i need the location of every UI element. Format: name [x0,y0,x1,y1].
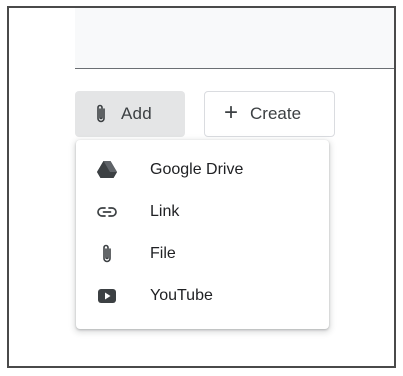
paperclip-icon [96,243,118,265]
menu-item-label: Link [150,203,180,220]
add-button[interactable]: Add [75,91,185,137]
link-icon [96,201,118,223]
create-button-label: Create [250,104,302,123]
menu-item-link[interactable]: Link [76,191,329,233]
menu-item-google-drive[interactable]: Google Drive [76,149,329,191]
add-button-label: Add [121,104,152,123]
menu-item-youtube[interactable]: YouTube [76,275,329,317]
menu-item-label: Google Drive [150,161,244,178]
menu-item-file[interactable]: File [76,233,329,275]
create-button[interactable]: + Create [204,91,335,137]
screenshot-frame: Add + Create Google Drive Link File YouT… [7,6,396,368]
menu-item-label: YouTube [150,287,213,304]
paperclip-icon [94,103,108,125]
google-drive-icon [96,159,118,181]
menu-item-label: File [150,245,176,262]
add-menu: Google Drive Link File YouTube [76,140,329,329]
plus-icon: + [224,99,239,126]
youtube-icon [96,285,118,307]
text-input-area[interactable] [75,8,394,69]
